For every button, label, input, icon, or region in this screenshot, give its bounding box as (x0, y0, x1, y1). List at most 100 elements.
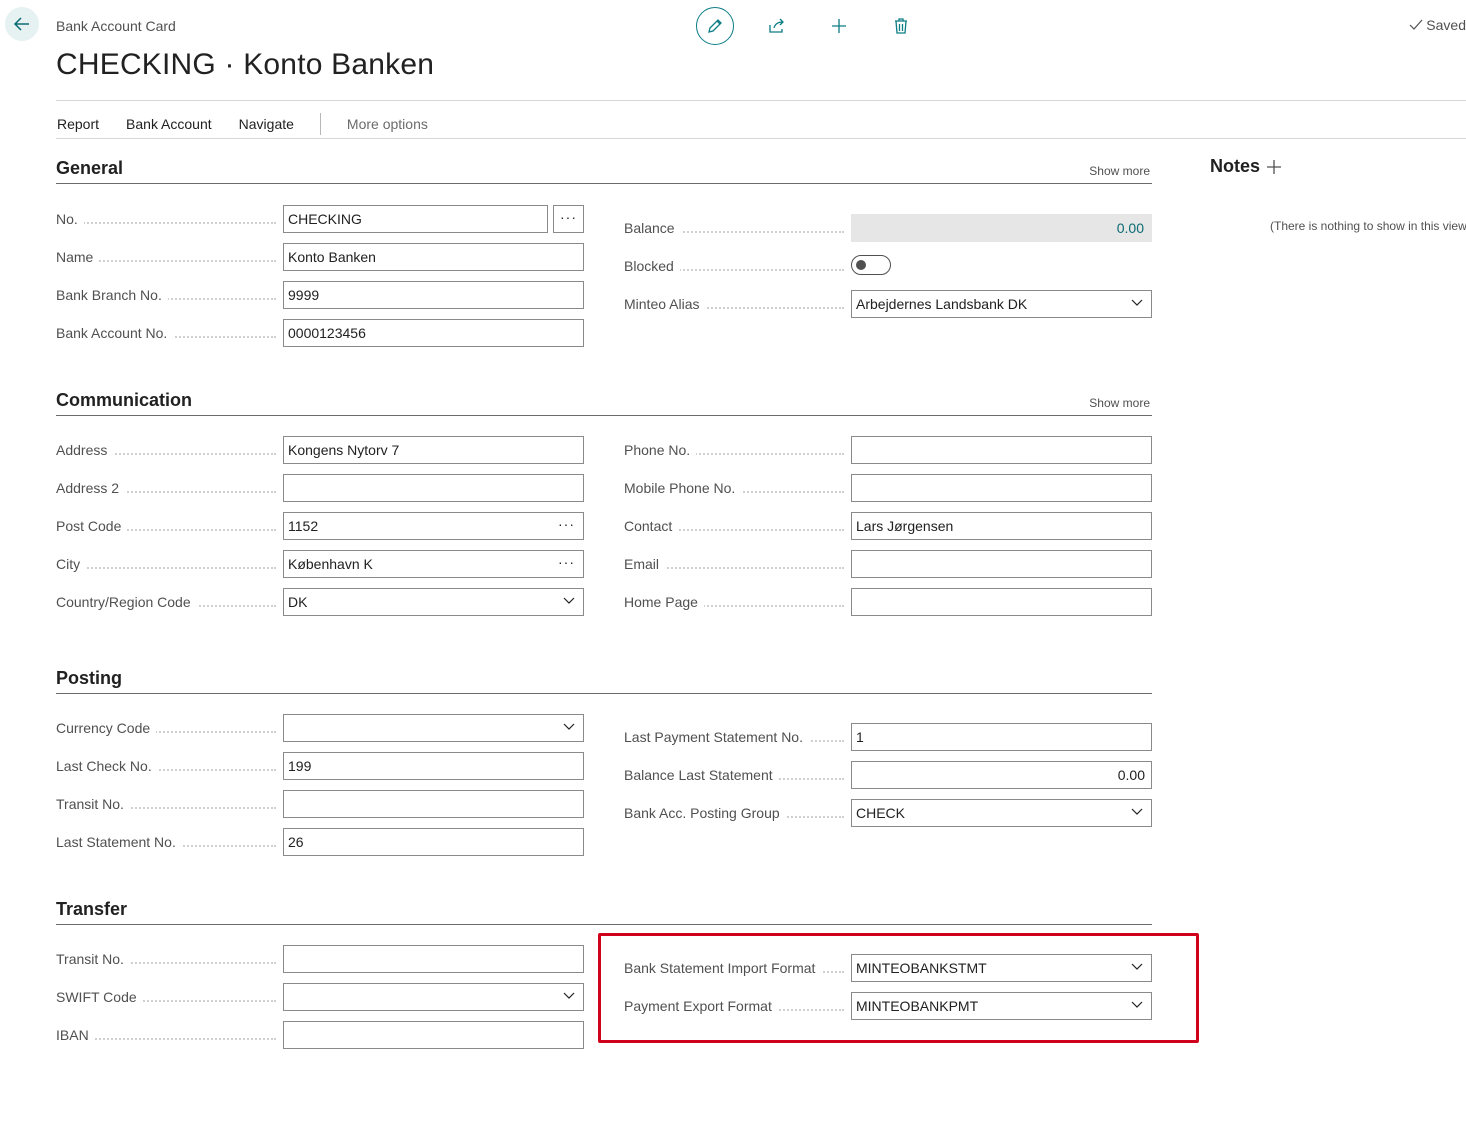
back-arrow-icon (13, 17, 29, 31)
label-last-check-no: Last Check No. (56, 752, 158, 780)
plus-icon (832, 19, 846, 33)
breadcrumb: Bank Account Card (56, 18, 176, 34)
menu-navigate[interactable]: Navigate (239, 116, 294, 132)
edit-button[interactable] (696, 7, 734, 45)
checkmark-icon (1409, 19, 1423, 30)
last-payment-statement-no-input[interactable]: 1 (851, 723, 1152, 751)
section-title-communication[interactable]: Communication (56, 390, 192, 411)
swift-code-select[interactable] (283, 983, 584, 1011)
section-transfer: Transfer (56, 897, 1152, 925)
balance-last-statement-input[interactable]: 0.00 (851, 761, 1152, 789)
section-posting: Posting (56, 666, 1152, 694)
field-last-payment-statement-no: Last Payment Statement No. 1 (624, 723, 1152, 751)
label-last-payment-statement-no: Last Payment Statement No. (624, 723, 809, 751)
label-email: Email (624, 550, 666, 578)
post-code-value: 1152 (288, 518, 319, 534)
field-phone-no: Phone No. (624, 436, 1152, 464)
bank-acc-posting-group-select[interactable]: CHECK (851, 799, 1152, 827)
actionbar-separator (319, 113, 321, 135)
field-bank-account-no: Bank Account No. 0000123456 (56, 319, 584, 347)
menu-bank-account[interactable]: Bank Account (126, 116, 212, 132)
label-name: Name (56, 243, 100, 271)
menu-report[interactable]: Report (57, 116, 99, 132)
actionbar-divider-top (56, 100, 1466, 101)
balance-value[interactable]: 0.00 (851, 214, 1152, 242)
field-transit-no-posting: Transit No. (56, 790, 584, 818)
field-country-region-code: Country/Region Code DK (56, 588, 584, 616)
label-balance: Balance (624, 214, 681, 242)
transit-no-posting-input[interactable] (283, 790, 584, 818)
field-contact: Contact Lars Jørgensen (624, 512, 1152, 540)
label-contact: Contact (624, 512, 679, 540)
last-check-no-input[interactable]: 199 (283, 752, 584, 780)
chevron-down-icon (563, 723, 575, 730)
label-currency-code: Currency Code (56, 714, 157, 742)
chevron-down-icon (1131, 808, 1143, 815)
field-email: Email (624, 550, 1152, 578)
no-input[interactable]: CHECKING (283, 205, 548, 233)
notes-empty-message: (There is nothing to show in this view (1270, 219, 1466, 233)
new-button[interactable] (820, 7, 858, 45)
no-assist-button[interactable]: ··· (553, 205, 584, 233)
delete-button[interactable] (882, 7, 920, 45)
label-transit-no-posting: Transit No. (56, 790, 130, 818)
field-home-page: Home Page (624, 588, 1152, 616)
field-last-statement-no: Last Statement No. 26 (56, 828, 584, 856)
transit-no-transfer-input[interactable] (283, 945, 584, 973)
bank-acc-posting-group-value: CHECK (856, 805, 906, 821)
name-input[interactable]: Konto Banken (283, 243, 584, 271)
home-page-input[interactable] (851, 588, 1152, 616)
saved-status: Saved (1409, 17, 1466, 33)
field-balance: Balance 0.00 (624, 214, 1152, 242)
label-bank-acc-posting-group: Bank Acc. Posting Group (624, 799, 786, 827)
action-bar: Report Bank Account Navigate More option… (57, 113, 428, 135)
top-actions (696, 7, 920, 45)
field-minteo-alias: Minteo Alias Arbejdernes Landsbank DK (624, 290, 1152, 318)
field-bank-branch-no: Bank Branch No. 9999 (56, 281, 584, 309)
country-region-select[interactable]: DK (283, 588, 584, 616)
post-code-input[interactable]: 1152 ··· (283, 512, 584, 540)
phone-no-input[interactable] (851, 436, 1152, 464)
label-address: Address (56, 436, 114, 464)
currency-code-select[interactable] (283, 714, 584, 742)
highlight-box (598, 933, 1199, 1043)
city-assist-button[interactable]: ··· (558, 551, 575, 573)
trash-icon (895, 18, 907, 34)
address-2-input[interactable] (283, 474, 584, 502)
field-swift-code: SWIFT Code (56, 983, 584, 1011)
back-button[interactable] (5, 7, 39, 41)
field-no: No. CHECKING ··· (56, 205, 584, 233)
section-general: General Show more (56, 156, 1152, 184)
section-title-general[interactable]: General (56, 158, 123, 179)
mobile-phone-no-input[interactable] (851, 474, 1152, 502)
section-title-transfer[interactable]: Transfer (56, 899, 127, 920)
field-post-code: Post Code 1152 ··· (56, 512, 584, 540)
address-input[interactable]: Kongens Nytorv 7 (283, 436, 584, 464)
share-button[interactable] (758, 7, 796, 45)
more-options-button[interactable]: More options (347, 116, 428, 132)
minteo-alias-select[interactable]: Arbejdernes Landsbank DK (851, 290, 1152, 318)
label-home-page: Home Page (624, 588, 704, 616)
last-statement-no-input[interactable]: 26 (283, 828, 584, 856)
section-title-posting[interactable]: Posting (56, 668, 122, 689)
label-balance-last-statement: Balance Last Statement (624, 761, 779, 789)
iban-input[interactable] (283, 1021, 584, 1049)
label-minteo-alias: Minteo Alias (624, 290, 706, 318)
plus-icon[interactable] (1266, 159, 1282, 175)
label-city: City (56, 550, 87, 578)
chevron-down-icon (563, 597, 575, 604)
blocked-toggle[interactable] (851, 255, 891, 275)
bank-account-no-input[interactable]: 0000123456 (283, 319, 584, 347)
email-input[interactable] (851, 550, 1152, 578)
city-input[interactable]: København K ··· (283, 550, 584, 578)
label-address-2: Address 2 (56, 474, 126, 502)
contact-input[interactable]: Lars Jørgensen (851, 512, 1152, 540)
show-more-general[interactable]: Show more (1089, 164, 1150, 178)
field-balance-last-statement: Balance Last Statement 0.00 (624, 761, 1152, 789)
show-more-communication[interactable]: Show more (1089, 396, 1150, 410)
bank-branch-no-input[interactable]: 9999 (283, 281, 584, 309)
post-code-assist-button[interactable]: ··· (558, 513, 575, 535)
label-bank-account-no: Bank Account No. (56, 319, 174, 347)
field-last-check-no: Last Check No. 199 (56, 752, 584, 780)
label-country-region-code: Country/Region Code (56, 588, 197, 616)
